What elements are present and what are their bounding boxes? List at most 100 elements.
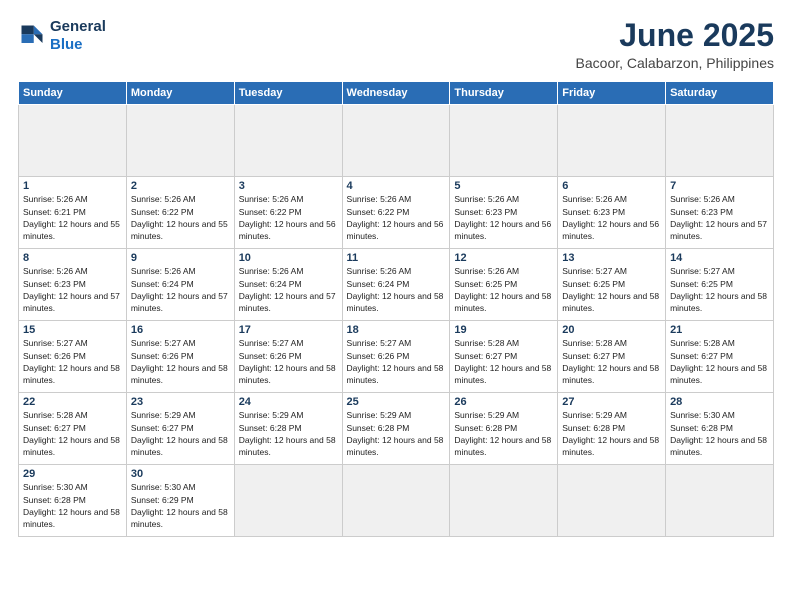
- col-monday: Monday: [126, 82, 234, 105]
- table-row: 6Sunrise: 5:26 AMSunset: 6:23 PMDaylight…: [558, 177, 666, 249]
- table-row: [342, 465, 450, 537]
- table-row: [666, 465, 774, 537]
- table-row: 15Sunrise: 5:27 AMSunset: 6:26 PMDayligh…: [19, 321, 127, 393]
- day-info: Sunrise: 5:29 AMSunset: 6:28 PMDaylight:…: [562, 409, 661, 458]
- table-row: [666, 105, 774, 177]
- col-tuesday: Tuesday: [234, 82, 342, 105]
- day-info: Sunrise: 5:26 AMSunset: 6:21 PMDaylight:…: [23, 193, 122, 242]
- day-info: Sunrise: 5:28 AMSunset: 6:27 PMDaylight:…: [670, 337, 769, 386]
- table-row: [19, 105, 127, 177]
- table-row: 5Sunrise: 5:26 AMSunset: 6:23 PMDaylight…: [450, 177, 558, 249]
- table-row: 16Sunrise: 5:27 AMSunset: 6:26 PMDayligh…: [126, 321, 234, 393]
- table-row: 23Sunrise: 5:29 AMSunset: 6:27 PMDayligh…: [126, 393, 234, 465]
- table-row: 28Sunrise: 5:30 AMSunset: 6:28 PMDayligh…: [666, 393, 774, 465]
- day-number: 6: [562, 180, 661, 192]
- day-info: Sunrise: 5:26 AMSunset: 6:24 PMDaylight:…: [239, 265, 338, 314]
- day-info: Sunrise: 5:30 AMSunset: 6:28 PMDaylight:…: [670, 409, 769, 458]
- day-number: 16: [131, 324, 230, 336]
- table-row: [450, 105, 558, 177]
- day-info: Sunrise: 5:27 AMSunset: 6:26 PMDaylight:…: [239, 337, 338, 386]
- calendar-week-row: 1Sunrise: 5:26 AMSunset: 6:21 PMDaylight…: [19, 177, 774, 249]
- day-info: Sunrise: 5:26 AMSunset: 6:24 PMDaylight:…: [347, 265, 446, 314]
- header: General Blue June 2025 Bacoor, Calabarzo…: [18, 18, 774, 71]
- table-row: 8Sunrise: 5:26 AMSunset: 6:23 PMDaylight…: [19, 249, 127, 321]
- day-number: 12: [454, 252, 553, 264]
- title-block: June 2025 Bacoor, Calabarzon, Philippine…: [576, 18, 774, 71]
- table-row: 12Sunrise: 5:26 AMSunset: 6:25 PMDayligh…: [450, 249, 558, 321]
- day-number: 24: [239, 396, 338, 408]
- day-info: Sunrise: 5:28 AMSunset: 6:27 PMDaylight:…: [562, 337, 661, 386]
- day-info: Sunrise: 5:29 AMSunset: 6:27 PMDaylight:…: [131, 409, 230, 458]
- table-row: 11Sunrise: 5:26 AMSunset: 6:24 PMDayligh…: [342, 249, 450, 321]
- table-row: [234, 465, 342, 537]
- day-number: 5: [454, 180, 553, 192]
- day-number: 23: [131, 396, 230, 408]
- day-number: 22: [23, 396, 122, 408]
- day-info: Sunrise: 5:26 AMSunset: 6:25 PMDaylight:…: [454, 265, 553, 314]
- day-info: Sunrise: 5:28 AMSunset: 6:27 PMDaylight:…: [454, 337, 553, 386]
- day-info: Sunrise: 5:26 AMSunset: 6:22 PMDaylight:…: [347, 193, 446, 242]
- calendar-header-row: Sunday Monday Tuesday Wednesday Thursday…: [19, 82, 774, 105]
- table-row: [558, 105, 666, 177]
- day-number: 2: [131, 180, 230, 192]
- day-number: 30: [131, 468, 230, 480]
- day-info: Sunrise: 5:26 AMSunset: 6:22 PMDaylight:…: [131, 193, 230, 242]
- table-row: 29Sunrise: 5:30 AMSunset: 6:28 PMDayligh…: [19, 465, 127, 537]
- day-number: 15: [23, 324, 122, 336]
- day-number: 1: [23, 180, 122, 192]
- table-row: 21Sunrise: 5:28 AMSunset: 6:27 PMDayligh…: [666, 321, 774, 393]
- day-info: Sunrise: 5:27 AMSunset: 6:25 PMDaylight:…: [670, 265, 769, 314]
- day-info: Sunrise: 5:30 AMSunset: 6:29 PMDaylight:…: [131, 481, 230, 530]
- calendar-week-row: 8Sunrise: 5:26 AMSunset: 6:23 PMDaylight…: [19, 249, 774, 321]
- table-row: 13Sunrise: 5:27 AMSunset: 6:25 PMDayligh…: [558, 249, 666, 321]
- day-info: Sunrise: 5:26 AMSunset: 6:24 PMDaylight:…: [131, 265, 230, 314]
- logo-text: General Blue: [50, 18, 106, 54]
- page: General Blue June 2025 Bacoor, Calabarzo…: [0, 0, 792, 612]
- table-row: 19Sunrise: 5:28 AMSunset: 6:27 PMDayligh…: [450, 321, 558, 393]
- calendar-week-row: 22Sunrise: 5:28 AMSunset: 6:27 PMDayligh…: [19, 393, 774, 465]
- day-number: 11: [347, 252, 446, 264]
- table-row: 9Sunrise: 5:26 AMSunset: 6:24 PMDaylight…: [126, 249, 234, 321]
- day-info: Sunrise: 5:27 AMSunset: 6:26 PMDaylight:…: [131, 337, 230, 386]
- table-row: 27Sunrise: 5:29 AMSunset: 6:28 PMDayligh…: [558, 393, 666, 465]
- table-row: 10Sunrise: 5:26 AMSunset: 6:24 PMDayligh…: [234, 249, 342, 321]
- day-info: Sunrise: 5:29 AMSunset: 6:28 PMDaylight:…: [454, 409, 553, 458]
- logo: General Blue: [18, 18, 106, 54]
- table-row: 4Sunrise: 5:26 AMSunset: 6:22 PMDaylight…: [342, 177, 450, 249]
- calendar: Sunday Monday Tuesday Wednesday Thursday…: [18, 81, 774, 537]
- day-number: 8: [23, 252, 122, 264]
- table-row: 20Sunrise: 5:28 AMSunset: 6:27 PMDayligh…: [558, 321, 666, 393]
- day-number: 18: [347, 324, 446, 336]
- day-number: 3: [239, 180, 338, 192]
- day-number: 17: [239, 324, 338, 336]
- day-number: 4: [347, 180, 446, 192]
- table-row: [558, 465, 666, 537]
- day-info: Sunrise: 5:30 AMSunset: 6:28 PMDaylight:…: [23, 481, 122, 530]
- day-number: 9: [131, 252, 230, 264]
- day-info: Sunrise: 5:29 AMSunset: 6:28 PMDaylight:…: [239, 409, 338, 458]
- table-row: 3Sunrise: 5:26 AMSunset: 6:22 PMDaylight…: [234, 177, 342, 249]
- subtitle: Bacoor, Calabarzon, Philippines: [576, 55, 774, 71]
- day-number: 13: [562, 252, 661, 264]
- calendar-week-row: [19, 105, 774, 177]
- col-thursday: Thursday: [450, 82, 558, 105]
- day-info: Sunrise: 5:27 AMSunset: 6:26 PMDaylight:…: [347, 337, 446, 386]
- day-info: Sunrise: 5:27 AMSunset: 6:25 PMDaylight:…: [562, 265, 661, 314]
- table-row: 18Sunrise: 5:27 AMSunset: 6:26 PMDayligh…: [342, 321, 450, 393]
- table-row: 24Sunrise: 5:29 AMSunset: 6:28 PMDayligh…: [234, 393, 342, 465]
- day-number: 20: [562, 324, 661, 336]
- table-row: [126, 105, 234, 177]
- table-row: 14Sunrise: 5:27 AMSunset: 6:25 PMDayligh…: [666, 249, 774, 321]
- table-row: [342, 105, 450, 177]
- day-number: 27: [562, 396, 661, 408]
- table-row: 1Sunrise: 5:26 AMSunset: 6:21 PMDaylight…: [19, 177, 127, 249]
- table-row: 7Sunrise: 5:26 AMSunset: 6:23 PMDaylight…: [666, 177, 774, 249]
- table-row: 2Sunrise: 5:26 AMSunset: 6:22 PMDaylight…: [126, 177, 234, 249]
- calendar-week-row: 15 Sunrise: 5:27 AMSunset: 6:26 PMDayligh…: [19, 321, 774, 393]
- day-number: 7: [670, 180, 769, 192]
- logo-icon: [18, 22, 46, 50]
- col-sunday: Sunday: [19, 82, 127, 105]
- col-wednesday: Wednesday: [342, 82, 450, 105]
- day-number: 21: [670, 324, 769, 336]
- table-row: [450, 465, 558, 537]
